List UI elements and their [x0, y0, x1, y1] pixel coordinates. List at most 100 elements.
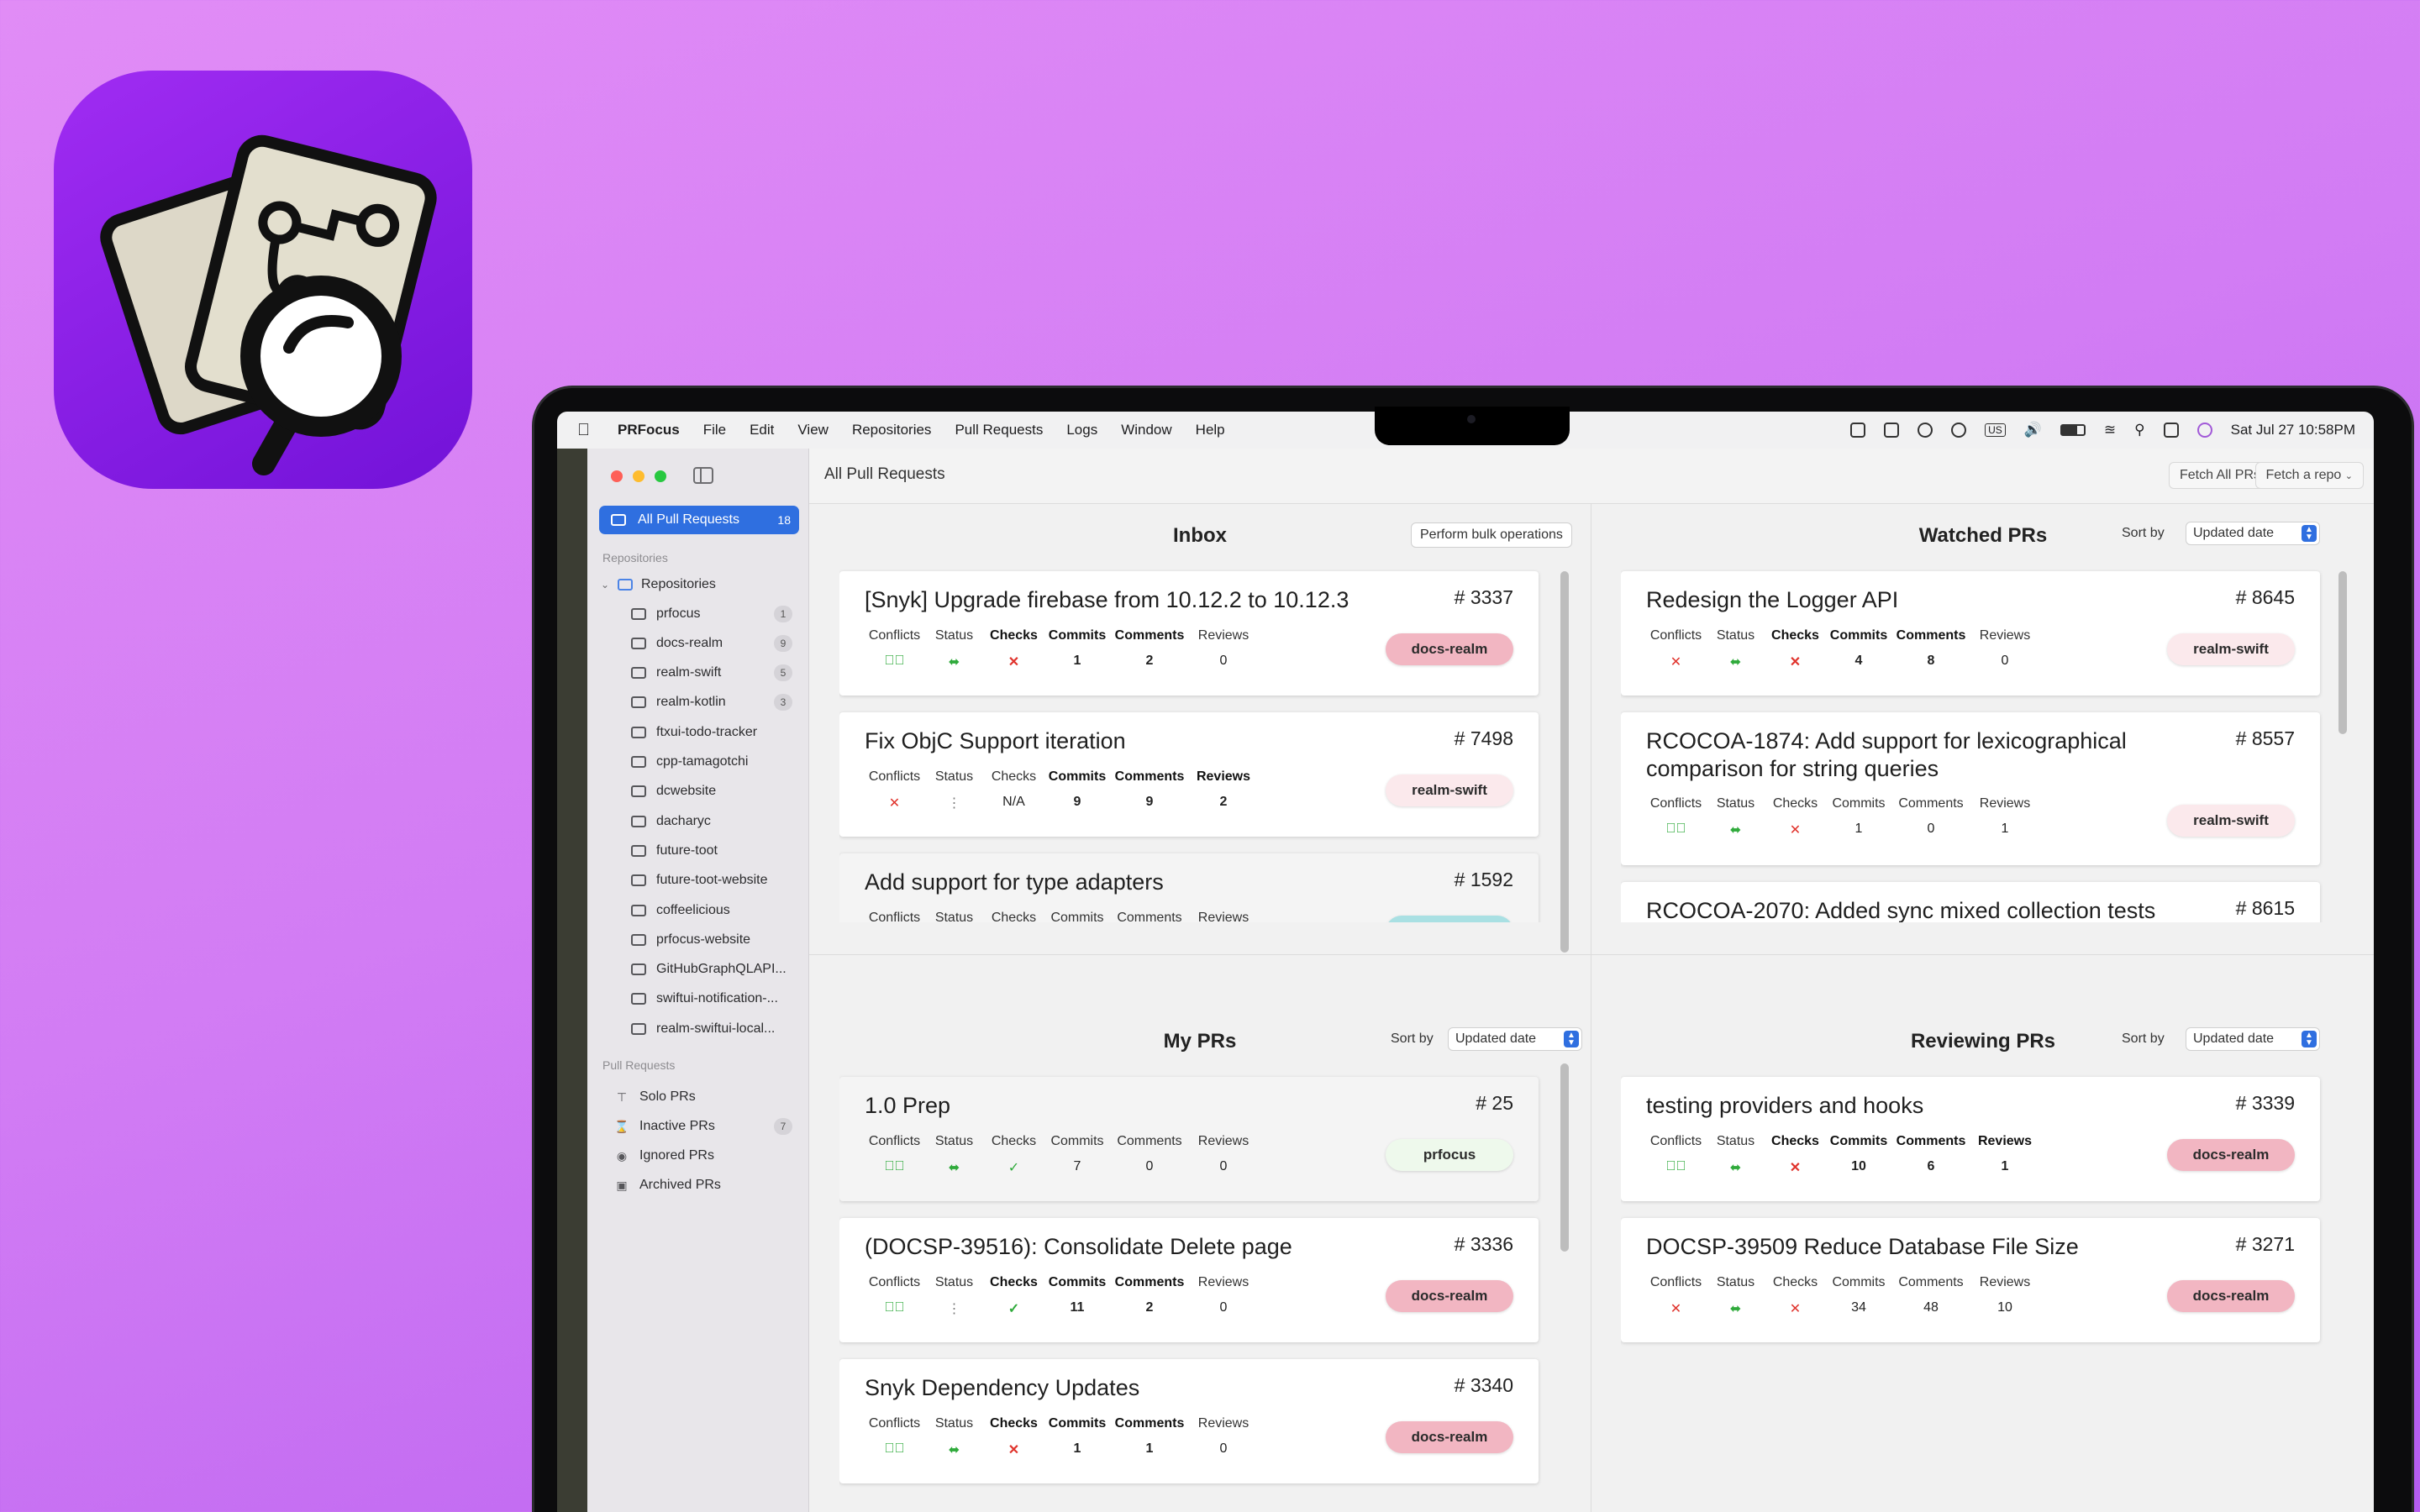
pr-number: # 3340	[1454, 1374, 1513, 1396]
repo-tag[interactable]: prfocus	[1386, 1139, 1513, 1171]
sidebar-item-repo[interactable]: ftxui-todo-tracker	[587, 717, 809, 747]
watched-sort-select[interactable]: Updated date ▲ ▼	[2186, 522, 2320, 545]
menu-app-name[interactable]: PRFocus	[618, 422, 680, 438]
reviewing-sort-label: Sort by	[2122, 1032, 2165, 1046]
stat-label: Status	[1716, 1275, 1755, 1289]
pr-card[interactable]: (DOCSP-39516): Consolidate Delete page # …	[839, 1218, 1539, 1342]
menu-repositories[interactable]: Repositories	[852, 422, 932, 438]
stat-value: ⬌	[1706, 1300, 1765, 1317]
inbox-scrollbar[interactable]	[1560, 571, 1569, 953]
screen:  PRFocus File Edit View Repositories Pu…	[557, 412, 2374, 1512]
sidebar-toggle-icon[interactable]	[693, 467, 713, 484]
menu-help[interactable]: Help	[1196, 422, 1225, 438]
sidebar-item-repo[interactable]: future-toot-website	[587, 866, 809, 895]
sidebar-item-repo[interactable]: docs-realm 9	[587, 628, 809, 658]
pr-card[interactable]: Redesign the Logger API # 8645 Conflicts ✕ S…	[1621, 571, 2320, 696]
sidebar-item-repo[interactable]: swiftui-notification-...	[587, 984, 809, 1014]
pr-card[interactable]: RCOCOA-2070: Added sync mixed collection…	[1621, 882, 2320, 922]
menu-view[interactable]: View	[797, 422, 829, 438]
clock[interactable]: Sat Jul 27 10:58PM	[2231, 422, 2355, 438]
repo-tag[interactable]: realm-kotlin	[1386, 916, 1513, 922]
stat-reviews: Reviews0	[1188, 1275, 1259, 1317]
sidebar-repos-group[interactable]: ⌄ Repositories	[587, 570, 809, 599]
menu-pull-requests[interactable]: Pull Requests	[955, 422, 1043, 438]
chevron-down-icon: ⌄	[2344, 471, 2353, 481]
sidebar-item-repo[interactable]: dcwebsite	[587, 777, 809, 806]
pr-card[interactable]: testing providers and hooks # 3339 Conflic…	[1621, 1077, 2320, 1201]
repo-tag[interactable]: docs-realm	[1386, 1280, 1513, 1312]
control-center-icon[interactable]	[2163, 423, 2179, 438]
stat-status: Status ⬌	[1706, 1134, 1765, 1176]
bulk-operations-button[interactable]: Perform bulk operations	[1411, 522, 1572, 548]
sidebar-item-pr-view[interactable]: ⌛ Inactive PRs 7	[587, 1111, 809, 1141]
my-prs-sort-select[interactable]: Updated date ▲ ▼	[1448, 1027, 1582, 1051]
watched-scrollbar[interactable]	[2338, 571, 2347, 734]
reviewing-sort-select[interactable]: Updated date ▲ ▼	[2186, 1027, 2320, 1051]
sidebar-item-repo[interactable]: future-toot	[587, 836, 809, 865]
zoom-window-button[interactable]	[655, 470, 666, 482]
repo-tag[interactable]: realm-swift	[2167, 805, 2295, 837]
stat-label: Reviews	[1197, 1416, 1249, 1431]
menu-window[interactable]: Window	[1121, 422, 1171, 438]
sidebar-item-all-prs[interactable]: All Pull Requests 18	[599, 506, 799, 534]
sidebar-item-repo[interactable]: dacharyc	[587, 806, 809, 836]
sidebar-item-repo[interactable]: GitHubGraphQLAPI...	[587, 955, 809, 984]
apple-menu-icon[interactable]: 	[577, 421, 592, 440]
sidebar-item-pr-view[interactable]: ◉ Ignored PRs	[587, 1142, 809, 1171]
my-prs-sort-value: Updated date	[1455, 1032, 1537, 1046]
fetch-repo-button[interactable]: Fetch a repo ⌄	[2254, 462, 2364, 489]
pr-view-name: Archived PRs	[639, 1178, 721, 1193]
repo-tag[interactable]: docs-realm	[1386, 633, 1513, 665]
window-controls	[611, 470, 666, 482]
stat-label: Comments	[1898, 796, 1964, 811]
wifi-icon[interactable]: ≊	[2104, 422, 2116, 438]
shield-icon[interactable]	[1918, 423, 1933, 438]
pr-card[interactable]: 1.0 Prep # 25 Conflicts ✓⃝ Status ⬌ Checks ✓ Com…	[839, 1077, 1539, 1201]
pr-card[interactable]: RCOCOA-1874: Add support for lexicograph…	[1621, 712, 2320, 865]
repo-tag[interactable]: docs-realm	[2167, 1139, 2295, 1171]
repo-tag[interactable]: docs-realm	[2167, 1280, 2295, 1312]
my-prs-list: 1.0 Prep # 25 Conflicts ✓⃝ Status ⬌ Checks ✓ Com…	[839, 1072, 1554, 1512]
clipboard-icon[interactable]	[1884, 423, 1900, 438]
pr-card[interactable]: Add support for type adapters # 1592 Confl…	[839, 853, 1539, 922]
close-window-button[interactable]	[611, 470, 623, 482]
sidebar-item-repo[interactable]: prfocus-website	[587, 925, 809, 954]
repo-tag[interactable]: realm-swift	[1386, 774, 1513, 806]
stat-label: Comments	[1898, 1275, 1964, 1289]
sidebar-item-pr-view[interactable]: ▣ Archived PRs	[587, 1171, 809, 1200]
siri-icon[interactable]	[2196, 423, 2212, 438]
pr-card[interactable]: [Snyk] Upgrade firebase from 10.12.2 to …	[839, 571, 1539, 696]
stat-reviews: Reviews0	[1188, 911, 1259, 922]
person-icon: ⊤	[616, 1089, 628, 1104]
menu-file[interactable]: File	[703, 422, 726, 438]
app-icon	[54, 71, 472, 489]
stat-label: Status	[934, 628, 974, 643]
stat-label: Checks	[991, 1134, 1037, 1148]
keyboard-layout[interactable]: US	[1985, 423, 2006, 437]
chevron-down-icon[interactable]: ⌄	[601, 579, 614, 591]
sidebar-item-repo[interactable]: cpp-tamagotchi	[587, 748, 809, 777]
status-app-icon[interactable]	[1850, 423, 1866, 438]
minimize-window-button[interactable]	[633, 470, 644, 482]
repo-tag[interactable]: realm-swift	[2167, 633, 2295, 665]
my-prs-scrollbar[interactable]	[1560, 1063, 1569, 1252]
battery-icon[interactable]	[2060, 424, 2086, 436]
sidebar-item-repo[interactable]: realm-kotlin 3	[587, 688, 809, 717]
menu-edit[interactable]: Edit	[750, 422, 774, 438]
search-icon[interactable]: ⚲	[2134, 422, 2144, 438]
repo-icon	[631, 844, 646, 857]
pr-card[interactable]: Snyk Dependency Updates # 3340 Conflicts ✓⃝…	[839, 1359, 1539, 1483]
sidebar-item-repo[interactable]: realm-swift 5	[587, 659, 809, 688]
repo-tag[interactable]: docs-realm	[1386, 1421, 1513, 1453]
pr-number: # 7498	[1454, 727, 1513, 749]
sidebar-item-repo[interactable]: coffeelicious	[587, 895, 809, 925]
sidebar-item-pr-view[interactable]: ⊤ Solo PRs	[587, 1082, 809, 1111]
pr-card[interactable]: Fix ObjC Support iteration # 7498 Conflict…	[839, 712, 1539, 837]
sidebar-item-repo[interactable]: realm-swiftui-local...	[587, 1014, 809, 1043]
menu-logs[interactable]: Logs	[1066, 422, 1097, 438]
pr-stats: Conflicts ✕ Status ⬌ Checks ✕ Commits 34 Comment…	[1646, 1275, 2040, 1317]
vpn-icon[interactable]	[1951, 423, 1967, 438]
pr-card[interactable]: DOCSP-39509 Reduce Database File Size # 3…	[1621, 1218, 2320, 1342]
volume-icon[interactable]: 🔊	[2024, 422, 2042, 438]
sidebar-item-repo[interactable]: prfocus 1	[587, 599, 809, 628]
